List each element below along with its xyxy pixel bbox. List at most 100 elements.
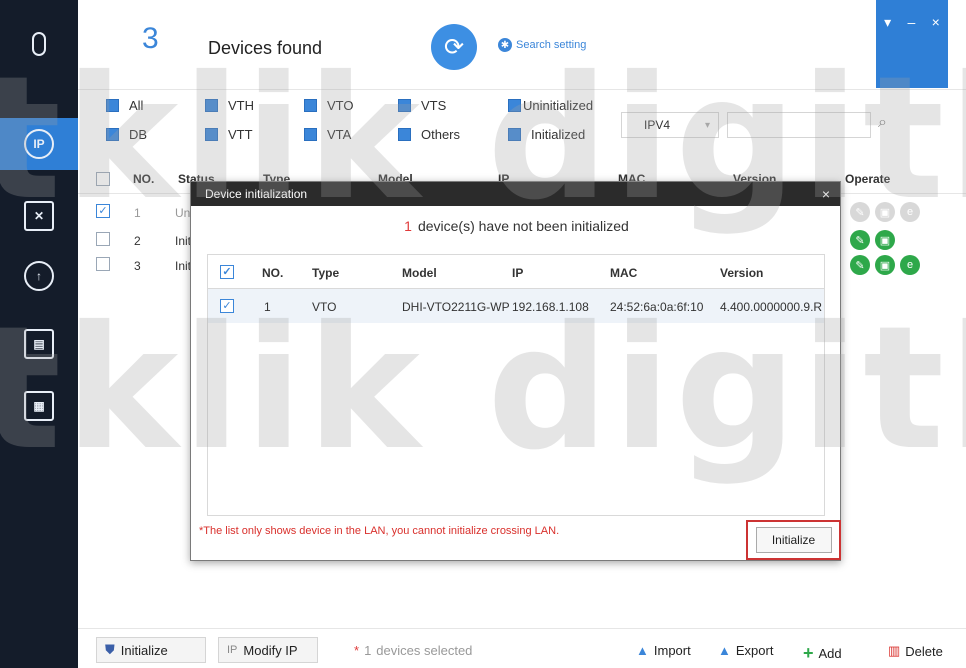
- building-settings-icon: ▦: [24, 391, 54, 421]
- sidebar-item-upgrade[interactable]: ↑: [0, 250, 78, 302]
- filter-all[interactable]: All: [106, 98, 143, 113]
- sidebar: IP ✕ ↑ ▤ ▦: [0, 0, 78, 668]
- filter-checkbox[interactable]: [304, 99, 317, 112]
- edit-icon[interactable]: ✎: [850, 202, 870, 222]
- filter-checkbox[interactable]: [205, 128, 218, 141]
- filter-checkbox[interactable]: [106, 99, 119, 112]
- tools-icon: ✕: [24, 201, 54, 231]
- row-no: 1: [134, 206, 141, 220]
- edit-icon[interactable]: ✎: [850, 230, 870, 250]
- row-checkbox[interactable]: [96, 232, 110, 246]
- header-no: NO.: [133, 172, 155, 186]
- row-status: Init: [175, 234, 192, 248]
- dialog-message: 1 device(s) have not been initialized: [191, 218, 842, 234]
- filter-checkbox[interactable]: [508, 99, 521, 112]
- filter-label: All: [129, 98, 144, 113]
- delete-button[interactable]: ▥ Delete: [888, 643, 943, 659]
- list-header: ✓ NO. Type Model IP MAC Version: [208, 255, 824, 289]
- filter-initialized[interactable]: Initialized: [508, 127, 585, 142]
- filter-checkbox[interactable]: [205, 99, 218, 112]
- row-checkbox[interactable]: ✓: [220, 299, 234, 313]
- filter-vta[interactable]: VTA: [304, 127, 351, 142]
- modify-ip-button[interactable]: IP Modify IP: [218, 637, 318, 663]
- filter-checkbox[interactable]: [106, 128, 119, 141]
- select-all-checkbox[interactable]: ✓: [220, 265, 234, 279]
- selection-status: * 1 devices selected: [354, 643, 472, 658]
- device-initialization-dialog: Device initialization × 1 device(s) have …: [190, 181, 841, 561]
- initialize-highlight: Initialize: [746, 520, 841, 560]
- dialog-initialize-button[interactable]: Initialize: [755, 527, 832, 553]
- details-icon[interactable]: ▣: [875, 202, 895, 222]
- row-status: Un: [175, 206, 191, 220]
- dialog-titlebar: Device initialization ×: [191, 182, 840, 206]
- refresh-button[interactable]: ⟳: [431, 24, 477, 70]
- refresh-icon: ⟳: [443, 33, 465, 61]
- filter-vth[interactable]: VTH: [205, 98, 254, 113]
- browser-icon[interactable]: e: [900, 202, 920, 222]
- filter-label: VTT: [228, 127, 253, 142]
- row-no: 2: [134, 234, 141, 248]
- sidebar-item-tools[interactable]: ✕: [0, 190, 78, 242]
- initialize-button[interactable]: ⛊ Initialize: [96, 637, 206, 663]
- uninitialized-device-list: ✓ NO. Type Model IP MAC Version ✓ 1 VTO …: [207, 254, 825, 516]
- uninitialized-count: 1: [404, 218, 412, 234]
- browser-icon[interactable]: e: [900, 255, 920, 275]
- selected-count: 1: [364, 643, 372, 658]
- search-icon[interactable]: ⌕: [878, 114, 887, 132]
- filter-label: VTS: [421, 98, 447, 113]
- export-label: Export: [735, 643, 774, 658]
- close-icon[interactable]: ×: [932, 14, 940, 88]
- import-icon: ▲: [636, 643, 649, 658]
- sidebar-item-ip[interactable]: IP: [0, 118, 78, 170]
- row-checkbox[interactable]: ✓: [96, 204, 110, 218]
- row-ip: 192.168.1.108: [512, 300, 589, 314]
- filter-checkbox[interactable]: [508, 128, 521, 141]
- modify-ip-label: Modify IP: [243, 642, 298, 658]
- filter-checkbox[interactable]: [304, 128, 317, 141]
- filter-vto[interactable]: VTO: [304, 98, 354, 113]
- add-icon: +: [803, 643, 814, 663]
- filter-others[interactable]: Others: [398, 127, 460, 142]
- list-item[interactable]: ✓ 1 VTO DHI-VTO2211G-WP 192.168.1.108 24…: [208, 289, 824, 323]
- filter-checkbox[interactable]: [398, 99, 411, 112]
- search-input[interactable]: [727, 112, 871, 138]
- ip-version-select[interactable]: IPV4 ▾: [621, 112, 719, 138]
- menu-icon[interactable]: ▾: [884, 14, 891, 88]
- filter-label: VTO: [327, 98, 354, 113]
- add-button[interactable]: + Add: [803, 643, 842, 664]
- close-icon[interactable]: ×: [822, 186, 830, 202]
- filter-label: Others: [421, 127, 461, 142]
- header-no: NO.: [262, 266, 284, 280]
- dialog-title: Device initialization: [205, 187, 308, 201]
- filter-vts[interactable]: VTS: [398, 98, 446, 113]
- import-label: Import: [653, 643, 691, 658]
- minimize-icon[interactable]: –: [908, 14, 916, 88]
- sidebar-item-microphone[interactable]: [0, 18, 78, 70]
- filter-label: VTH: [228, 98, 254, 113]
- filter-vtt[interactable]: VTT: [205, 127, 253, 142]
- search-setting-link[interactable]: ✱ Search setting: [498, 38, 586, 52]
- header: 3 Devices found ⟳ ✱ Search setting ▾ – ×: [78, 0, 966, 90]
- header-type: Type: [312, 266, 340, 280]
- details-icon[interactable]: ▣: [875, 230, 895, 250]
- details-icon[interactable]: ▣: [875, 255, 895, 275]
- row-checkbox[interactable]: [96, 257, 110, 271]
- header-version: Version: [720, 266, 764, 280]
- microphone-icon: [32, 32, 46, 56]
- header-operate: Operate: [845, 172, 891, 186]
- export-button[interactable]: ▲ Export: [718, 643, 773, 658]
- filter-label: Initialized: [531, 127, 586, 142]
- filter-uninitialized[interactable]: Uninitialized: [508, 98, 593, 113]
- chevron-down-icon: ▾: [704, 119, 710, 131]
- filter-db[interactable]: DB: [106, 127, 147, 142]
- bottom-toolbar: ⛊ Initialize IP Modify IP * 1 devices se…: [78, 628, 966, 668]
- sidebar-item-pages[interactable]: ▤: [0, 318, 78, 370]
- sidebar-item-building-settings[interactable]: ▦: [0, 380, 78, 432]
- selected-label: devices selected: [376, 643, 473, 658]
- edit-icon[interactable]: ✎: [850, 255, 870, 275]
- select-all-checkbox[interactable]: [96, 172, 110, 186]
- devices-found-label: Devices found: [208, 38, 323, 58]
- row-mac: 24:52:6a:0a:6f:10: [610, 300, 704, 314]
- filter-checkbox[interactable]: [398, 128, 411, 141]
- import-button[interactable]: ▲ Import: [636, 643, 691, 658]
